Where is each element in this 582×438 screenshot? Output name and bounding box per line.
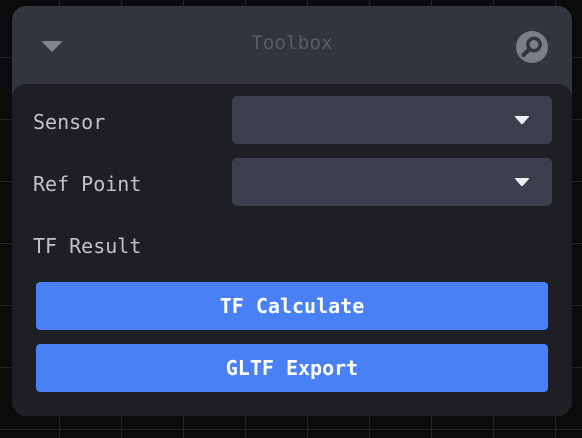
panel-header: Toolbox bbox=[12, 6, 572, 86]
sensor-select[interactable] bbox=[232, 96, 552, 144]
sensor-label: Sensor bbox=[33, 110, 106, 134]
caret-down-icon bbox=[514, 178, 530, 187]
ref-point-label: Ref Point bbox=[33, 172, 142, 196]
toolbox-panel: Toolbox Sensor Ref Point TF Result TF Ca… bbox=[12, 6, 572, 416]
caret-down-icon bbox=[514, 116, 530, 125]
panel-body: Sensor Ref Point TF Result TF Calculate … bbox=[12, 84, 572, 416]
gltf-export-button[interactable]: GLTF Export bbox=[36, 344, 548, 392]
search-icon[interactable] bbox=[515, 30, 549, 64]
tf-result-label: TF Result bbox=[33, 234, 142, 258]
ref-point-select[interactable] bbox=[232, 158, 552, 206]
panel-title: Toolbox bbox=[251, 32, 333, 54]
tf-calculate-button[interactable]: TF Calculate bbox=[36, 282, 548, 330]
